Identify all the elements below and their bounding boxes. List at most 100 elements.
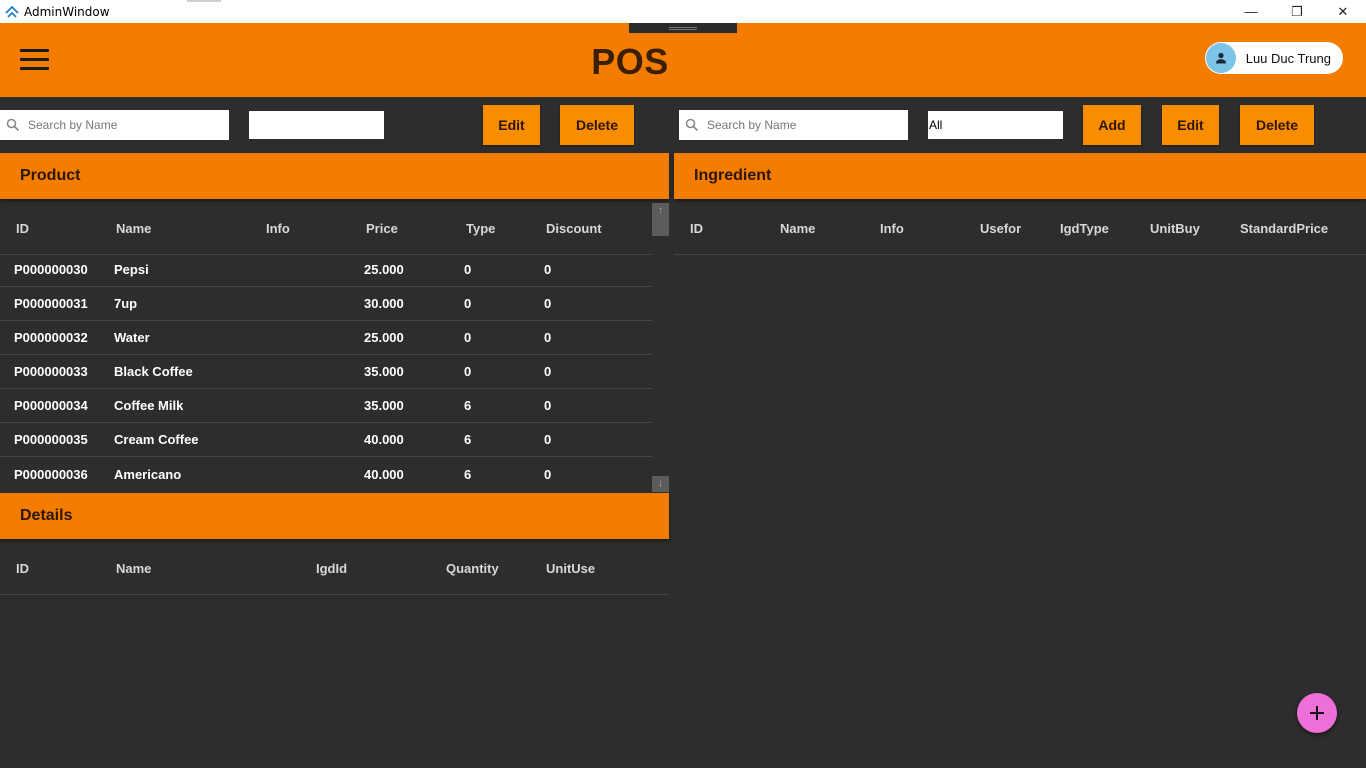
product-section-header: Product: [0, 153, 669, 199]
product-col-price[interactable]: Price: [366, 203, 398, 255]
table-row[interactable]: P000000036 Americano 40.000 6 0: [0, 458, 652, 492]
details-table-header: ID Name IgdId Quantity UnitUse: [0, 543, 669, 595]
user-profile-chip[interactable]: Luu Duc Trung: [1204, 42, 1343, 74]
product-col-info[interactable]: Info: [266, 203, 290, 255]
product-search-box[interactable]: [0, 110, 229, 140]
window-title: AdminWindow: [24, 4, 110, 19]
cell-name: 7up: [114, 296, 138, 311]
ingredient-search-box[interactable]: [679, 110, 908, 140]
ingredient-col-name[interactable]: Name: [780, 203, 815, 255]
details-section-header: Details: [0, 493, 669, 539]
table-row[interactable]: P000000035 Cream Coffee 40.000 6 0: [0, 423, 652, 457]
cell-discount: 0: [544, 296, 552, 311]
product-table-header: ID Name Info Price Type Discount: [0, 203, 652, 255]
cell-discount: 0: [544, 262, 552, 277]
ingredient-edit-button[interactable]: Edit: [1162, 105, 1219, 145]
cell-type: 0: [464, 262, 472, 277]
cell-discount: 0: [544, 364, 552, 379]
cell-name: Coffee Milk: [114, 398, 184, 413]
ingredient-col-unitbuy[interactable]: UnitBuy: [1150, 203, 1200, 255]
cell-type: 6: [464, 467, 472, 482]
details-col-unituse[interactable]: UnitUse: [546, 543, 595, 595]
cell-type: 0: [464, 330, 472, 345]
ingredient-col-standardprice[interactable]: StandardPrice: [1240, 203, 1328, 255]
scroll-down-icon[interactable]: ↓: [652, 476, 669, 492]
cell-id: P000000035: [14, 432, 88, 447]
cell-type: 0: [464, 296, 472, 311]
product-col-id[interactable]: ID: [16, 203, 29, 255]
table-row[interactable]: P000000030 Pepsi 25.000 0 0: [0, 253, 652, 287]
page-title: POS: [591, 41, 669, 82]
cell-name: Cream Coffee: [114, 432, 199, 447]
cell-id: P000000031: [14, 296, 88, 311]
cell-type: 0: [464, 364, 472, 379]
cell-price: 25.000: [364, 262, 404, 277]
drag-handle[interactable]: [629, 23, 737, 33]
product-scrollbar[interactable]: ↑ ↓: [652, 203, 669, 492]
product-col-discount[interactable]: Discount: [546, 203, 602, 255]
restore-button[interactable]: ❐: [1274, 0, 1320, 23]
cell-type: 6: [464, 398, 472, 413]
table-row[interactable]: P000000032 Water 25.000 0 0: [0, 321, 652, 355]
ingredient-search-input[interactable]: [707, 118, 887, 132]
cell-price: 25.000: [364, 330, 404, 345]
ingredient-col-info[interactable]: Info: [880, 203, 904, 255]
minimize-button[interactable]: —: [1228, 0, 1274, 23]
person-icon: [1215, 52, 1226, 64]
details-col-name[interactable]: Name: [116, 543, 151, 595]
titlebar-tab-indicator: [187, 0, 221, 2]
ingredient-add-button[interactable]: Add: [1083, 105, 1141, 145]
product-delete-button[interactable]: Delete: [560, 105, 634, 145]
window-titlebar: AdminWindow — ❐ ✕: [0, 0, 1366, 23]
cell-discount: 0: [544, 432, 552, 447]
cell-id: P000000033: [14, 364, 88, 379]
product-col-name[interactable]: Name: [116, 203, 151, 255]
user-name: Luu Duc Trung: [1245, 50, 1331, 66]
cell-price: 40.000: [364, 467, 404, 482]
table-row[interactable]: P000000034 Coffee Milk 35.000 6 0: [0, 389, 652, 423]
details-col-igdid[interactable]: IgdId: [316, 543, 347, 595]
avatar: [1205, 43, 1236, 73]
ingredient-col-id[interactable]: ID: [690, 203, 703, 255]
cell-discount: 0: [544, 467, 552, 482]
app-header: POS Luu Duc Trung: [0, 23, 1366, 97]
cell-discount: 0: [544, 398, 552, 413]
product-table-body: P000000030 Pepsi 25.000 0 0 P000000031 7…: [0, 253, 652, 492]
ingredient-table-header: ID Name Info Usefor IgdType UnitBuy Stan…: [674, 203, 1366, 255]
cell-name: Pepsi: [114, 262, 149, 277]
add-fab-button[interactable]: [1297, 693, 1337, 733]
cell-discount: 0: [544, 330, 552, 345]
cell-name: Water: [114, 330, 150, 345]
cell-id: P000000032: [14, 330, 88, 345]
cell-price: 40.000: [364, 432, 404, 447]
cell-price: 35.000: [364, 364, 404, 379]
ingredient-col-igdtype[interactable]: IgdType: [1060, 203, 1109, 255]
product-col-type[interactable]: Type: [466, 203, 495, 255]
cell-name: Americano: [114, 467, 182, 482]
product-search-input[interactable]: [28, 118, 208, 132]
scrollbar-thumb[interactable]: [652, 217, 669, 236]
ingredient-col-usefor[interactable]: Usefor: [980, 203, 1021, 255]
search-icon: [6, 118, 20, 132]
product-edit-button[interactable]: Edit: [483, 105, 540, 145]
search-icon: [685, 118, 699, 132]
cell-price: 35.000: [364, 398, 404, 413]
table-row[interactable]: P000000033 Black Coffee 35.000 0 0: [0, 355, 652, 389]
ingredient-delete-button[interactable]: Delete: [1240, 105, 1314, 145]
product-toolbar: Edit Delete: [0, 97, 669, 152]
details-col-quantity[interactable]: Quantity: [446, 543, 499, 595]
cell-price: 30.000: [364, 296, 404, 311]
cell-id: P000000034: [14, 398, 88, 413]
product-filter-box[interactable]: [249, 111, 384, 139]
cell-type: 6: [464, 432, 472, 447]
details-col-id[interactable]: ID: [16, 543, 29, 595]
app-logo-icon: [5, 5, 19, 18]
close-button[interactable]: ✕: [1320, 0, 1366, 23]
ingredient-toolbar: All Add Edit Delete: [669, 97, 1366, 152]
table-row[interactable]: P000000031 7up 30.000 0 0: [0, 287, 652, 321]
ingredient-section-header: Ingredient: [674, 153, 1366, 199]
cell-id: P000000036: [14, 467, 88, 482]
plus-icon: [1310, 706, 1324, 720]
cell-id: P000000030: [14, 262, 88, 277]
ingredient-type-filter[interactable]: All: [928, 111, 1063, 139]
